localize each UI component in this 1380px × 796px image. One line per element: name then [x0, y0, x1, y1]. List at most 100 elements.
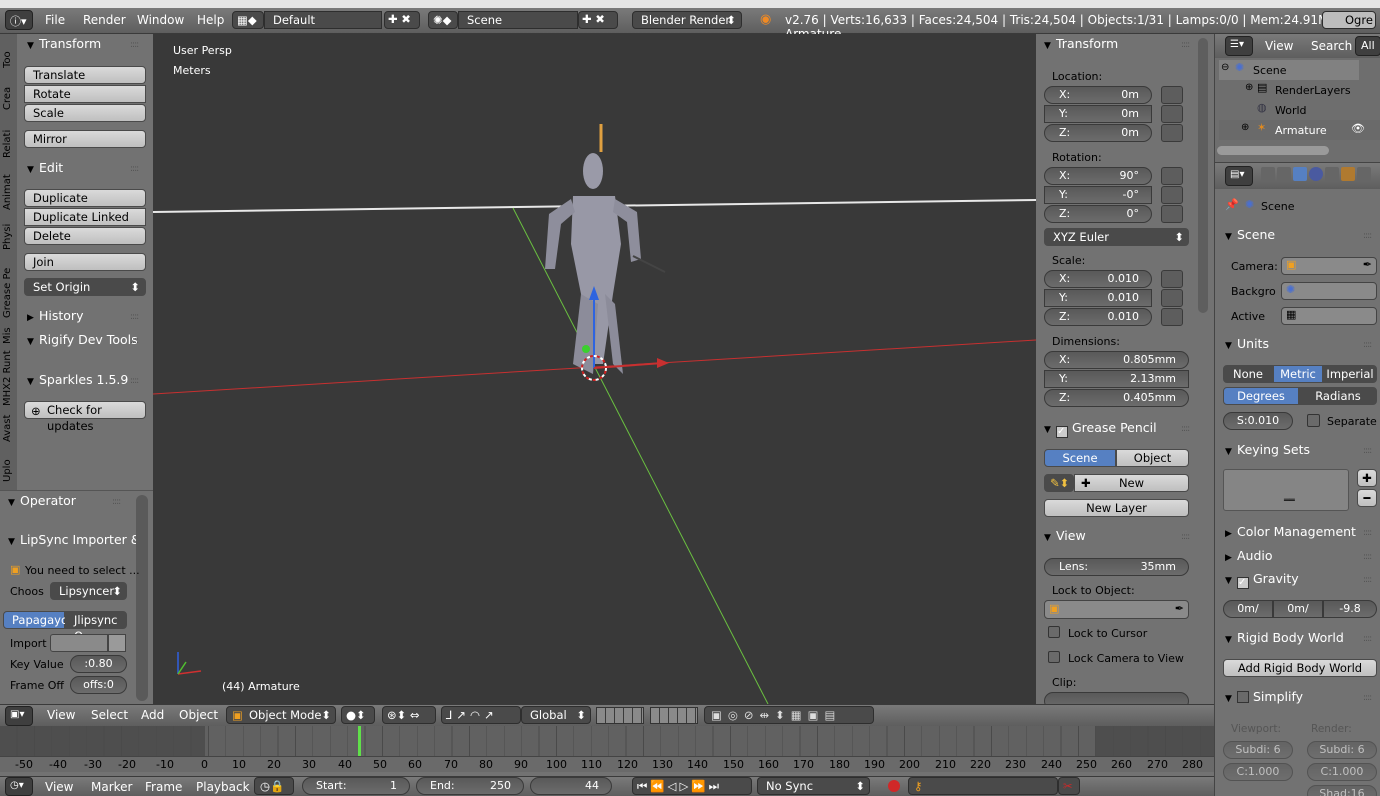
rigid-body-header[interactable]: ▼ Rigid Body World: [1225, 628, 1344, 648]
tl-menu-playback[interactable]: Playback: [196, 780, 250, 794]
audio-header[interactable]: ▶ Audio: [1225, 546, 1273, 566]
n-panel-scrollbar[interactable]: [1198, 38, 1208, 313]
shading-select[interactable]: ●⬍: [341, 706, 375, 724]
gravity-header[interactable]: ▼ ✓ Gravity: [1225, 569, 1299, 589]
lock-icon[interactable]: [1161, 270, 1183, 288]
scale-y-field[interactable]: Y: 0.010: [1044, 289, 1152, 307]
snapping-tools[interactable]: ▣◎⊘⇹⬍▦▣▤: [704, 706, 874, 724]
units-panel-header[interactable]: ▼ Units: [1225, 334, 1269, 354]
lock-object-field[interactable]: ▣ ✒: [1044, 600, 1189, 619]
key-value-field[interactable]: :0.80: [70, 655, 127, 673]
manipulator-toggles[interactable]: ⅃↗◠↗: [441, 706, 521, 724]
layer-buttons[interactable]: [596, 707, 644, 724]
location-x-field[interactable]: X: 0m: [1044, 86, 1152, 104]
eyedropper-icon[interactable]: ✒: [1175, 602, 1184, 615]
screen-layout-icon[interactable]: ▦◆: [232, 11, 264, 29]
info-editor-button[interactable]: ⓘ▾: [5, 10, 33, 30]
clear-keying-set-icon[interactable]: ✂: [1058, 777, 1080, 795]
sync-mode-select[interactable]: No Sync ⬍: [757, 777, 870, 795]
lock-camera-checkbox[interactable]: [1048, 651, 1060, 663]
lock-icon[interactable]: [1161, 186, 1183, 204]
lock-icon[interactable]: [1161, 124, 1183, 142]
rotation-z-field[interactable]: Z: 0°: [1044, 205, 1152, 223]
simplify-header[interactable]: ▼ Simplify: [1225, 687, 1303, 707]
folder-icon[interactable]: [108, 634, 126, 652]
rotate-button[interactable]: Rotate: [24, 85, 146, 103]
render-child-field[interactable]: C:1.000: [1307, 763, 1377, 781]
vh-menu-view[interactable]: View: [47, 708, 75, 722]
view-panel-header[interactable]: ▼ View: [1044, 526, 1086, 546]
check-updates-button[interactable]: ⊕ Check for updates: [24, 401, 146, 433]
pin-icon[interactable]: 📌: [1225, 198, 1239, 211]
mirror-button[interactable]: Mirror: [24, 130, 146, 148]
menu-file[interactable]: File: [45, 13, 65, 27]
dimension-y-field[interactable]: Y: 2.13mm: [1044, 370, 1189, 388]
gp-object-tab[interactable]: Object: [1116, 449, 1189, 467]
end-frame-field[interactable]: End: 250: [416, 777, 524, 795]
outliner-row[interactable]: ⊖ ✺ Scene: [1219, 60, 1359, 80]
viewport-child-field[interactable]: C:1.000: [1223, 763, 1293, 781]
active-field[interactable]: ▦: [1281, 307, 1377, 325]
rigify-panel-header[interactable]: ▼ Rigify Dev Tools: [27, 330, 138, 350]
vh-menu-add[interactable]: Add: [141, 708, 164, 722]
translate-button[interactable]: Translate: [24, 66, 146, 84]
duplicate-button[interactable]: Duplicate: [24, 189, 146, 207]
duplicate-linked-button[interactable]: Duplicate Linked: [24, 208, 146, 226]
eye-icon[interactable]: 👁: [1351, 122, 1365, 135]
delete-button[interactable]: Delete: [24, 227, 146, 245]
tab-physics[interactable]: Physi: [2, 210, 13, 250]
sparkles-panel-header[interactable]: ▼ Sparkles 1.5.9: [27, 370, 128, 390]
tab-animation[interactable]: Animat: [2, 160, 13, 210]
remove-keying-set-button[interactable]: ━: [1357, 489, 1377, 507]
gp-new-layer-button[interactable]: New Layer: [1044, 499, 1189, 517]
lens-field[interactable]: Lens: 35mm: [1044, 558, 1189, 576]
object-data-tab-icon[interactable]: [1341, 167, 1355, 181]
properties-editor-icon[interactable]: ▤▾: [1225, 166, 1253, 186]
tab-mhx2[interactable]: MHX2 Runt: [2, 344, 13, 406]
keying-set-field[interactable]: ⚷: [908, 777, 1058, 795]
lock-icon[interactable]: [1161, 167, 1183, 185]
vh-menu-object[interactable]: Object: [179, 708, 218, 722]
pivot-select[interactable]: ⊛⬍ ⇔: [382, 706, 436, 724]
viewport-subdiv-field[interactable]: Subdi: 6: [1223, 741, 1293, 759]
layout-name-field[interactable]: Default: [264, 11, 382, 29]
keying-sets-header[interactable]: ▼ Keying Sets: [1225, 440, 1310, 460]
units-imperial-button[interactable]: Imperial: [1323, 365, 1377, 383]
object-tab-icon[interactable]: [1325, 167, 1339, 181]
scale-x-field[interactable]: X: 0.010: [1044, 270, 1152, 288]
lipsyncer-select[interactable]: Lipsyncer ⬍: [50, 582, 127, 600]
scene-panel-header[interactable]: ▼ Scene: [1225, 225, 1275, 245]
scale-z-field[interactable]: Z: 0.010: [1044, 308, 1152, 326]
start-frame-field[interactable]: Start: 1: [302, 777, 410, 795]
grease-pencil-header[interactable]: ▼ ✓ Grease Pencil: [1044, 418, 1157, 438]
import-field[interactable]: [50, 634, 108, 652]
transform-orientation-select[interactable]: Global ⬍: [521, 706, 591, 724]
set-origin-select[interactable]: Set Origin ⬍: [24, 278, 146, 296]
vh-menu-select[interactable]: Select: [91, 708, 128, 722]
camera-field[interactable]: ▣ ✒: [1281, 257, 1377, 275]
ogre-button[interactable]: Ogre: [1322, 11, 1376, 29]
background-field[interactable]: ✺: [1281, 282, 1377, 300]
tab-jlipsync[interactable]: Jlipsync O...: [65, 611, 127, 643]
radians-button[interactable]: Radians: [1299, 387, 1377, 405]
lock-icon[interactable]: [1161, 105, 1183, 123]
lock-cursor-checkbox[interactable]: [1048, 626, 1060, 638]
outliner-row[interactable]: ◍ World: [1239, 100, 1379, 120]
render-tab-icon[interactable]: [1261, 167, 1275, 181]
location-y-field[interactable]: Y: 0m: [1044, 105, 1152, 123]
tab-papagayo[interactable]: Papagayo: [3, 611, 68, 629]
keying-sets-list[interactable]: ══: [1223, 469, 1349, 511]
object-mode-select[interactable]: ▣ Object Mode ⬍: [226, 706, 336, 724]
outliner-menu-view[interactable]: View: [1265, 39, 1293, 53]
tl-menu-frame[interactable]: Frame: [145, 780, 182, 794]
outliner-row[interactable]: ⊕ ▤ RenderLayers: [1239, 80, 1379, 100]
add-rigid-body-world-button[interactable]: Add Rigid Body World: [1223, 659, 1377, 677]
gp-new-button[interactable]: ✚ New: [1074, 474, 1189, 492]
menu-window[interactable]: Window: [137, 13, 184, 27]
units-none-button[interactable]: None: [1223, 365, 1273, 383]
layout-add-remove[interactable]: ✚ ✖: [384, 11, 420, 29]
tab-upload[interactable]: Uplo: [2, 450, 13, 482]
current-frame-line[interactable]: [358, 726, 361, 756]
outliner-filter-select[interactable]: All: [1355, 36, 1380, 56]
shadow-samples-field[interactable]: Shad:16: [1307, 785, 1377, 796]
